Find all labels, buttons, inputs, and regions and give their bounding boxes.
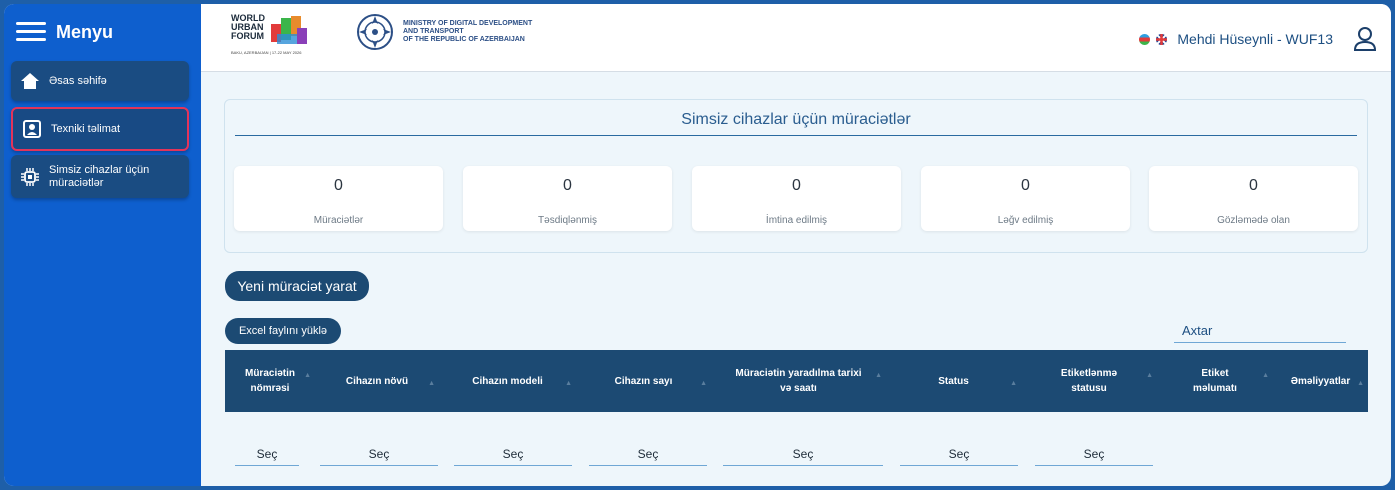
top-header: WORLD URBAN FORUM BAKU, AZERBAIJAN | 17-… <box>201 4 1391 72</box>
sort-icon: ▲ <box>875 372 882 379</box>
table-header: Müraciətin nömrəsi ▲ Cihazın növü ▲ Cihazın… <box>225 350 1368 412</box>
stat-card-pending: 0 Gözləmədə olan <box>1149 166 1358 231</box>
filter-select-device-count[interactable]: Seç <box>589 442 707 466</box>
app-frame: Menyu Əsas səhifə Texniki təlimat Simsiz… <box>4 4 1391 486</box>
sidebar-item-wireless-requests[interactable]: Simsiz cihazlar üçün müraciətlər <box>11 155 189 198</box>
wuf-logo: WORLD URBAN FORUM BAKU, AZERBAIJAN | 17-… <box>231 14 321 64</box>
sidebar-item-technical-manual[interactable]: Texniki təlimat <box>11 107 189 151</box>
ministry-logo: MINISTRY OF DIGITAL DEVELOPMENT AND TRAN… <box>355 12 532 52</box>
sort-icon: ▲ <box>1010 379 1017 387</box>
new-request-button[interactable]: Yeni müraciət yarat <box>225 271 369 301</box>
menu-header[interactable]: Menyu <box>4 4 201 60</box>
user-profile-icon[interactable] <box>1353 26 1377 52</box>
page-title: Simsiz cihazlar üçün müraciətlər <box>235 111 1357 136</box>
stat-card-approved: 0 Təsdiqlənmiş <box>463 166 672 231</box>
filter-select-labeling-status[interactable]: Seç <box>1035 442 1153 466</box>
sort-icon: ▲ <box>700 379 707 387</box>
wuf-emblem-icon <box>271 16 307 44</box>
sort-icon: ▲ <box>1262 372 1269 379</box>
column-header-status[interactable]: Status ▲ <box>886 374 1021 389</box>
chip-icon <box>19 166 41 188</box>
flag-az-icon[interactable] <box>1139 33 1151 45</box>
sort-icon: ▲ <box>304 372 311 379</box>
column-header-device-type[interactable]: Cihazın növü ▲ <box>315 374 439 389</box>
menu-title: Menyu <box>56 21 114 42</box>
user-manual-icon <box>21 118 43 140</box>
excel-upload-button[interactable]: Excel faylını yüklə <box>225 318 341 344</box>
flag-uk-icon[interactable] <box>1156 33 1168 45</box>
filter-select-status[interactable]: Seç <box>900 442 1018 466</box>
ministry-emblem-icon <box>357 14 393 50</box>
sort-icon: ▲ <box>1357 379 1364 387</box>
column-header-created-at[interactable]: Müraciətin yaradılma tarixi və saatı ▲ <box>711 366 886 396</box>
filter-select-created-at[interactable]: Seç <box>723 442 883 466</box>
sort-icon: ▲ <box>1146 372 1153 379</box>
stat-card-rejected: 0 İmtina edilmiş <box>692 166 901 231</box>
sidebar-item-label: Əsas səhifə <box>49 74 107 87</box>
filter-select-device-model[interactable]: Seç <box>454 442 572 466</box>
filter-select-device-type[interactable]: Seç <box>320 442 438 466</box>
sidebar-item-label: Simsiz cihazlar üçün müraciətlər <box>49 163 150 189</box>
home-icon <box>19 70 41 92</box>
filter-select-request-number[interactable]: Seç <box>235 442 299 466</box>
user-name: Mehdi Hüseynli - WUF13 <box>1177 31 1333 47</box>
column-header-actions[interactable]: Əməliyyatlar ▲ <box>1273 374 1368 389</box>
sidebar: Menyu Əsas səhifə Texniki təlimat Simsiz… <box>4 4 201 486</box>
sort-icon: ▲ <box>428 379 435 387</box>
column-header-request-number[interactable]: Müraciətin nömrəsi ▲ <box>225 366 315 396</box>
main-content: Simsiz cihazlar üçün müraciətlər 0 Mürac… <box>201 72 1391 486</box>
stat-card-requests: 0 Müraciətlər <box>234 166 443 231</box>
column-header-label-info[interactable]: Etiket məlumatı ▲ <box>1157 366 1273 396</box>
stats-panel: Simsiz cihazlar üçün müraciətlər 0 Mürac… <box>224 99 1368 253</box>
column-header-device-count[interactable]: Cihazın sayı ▲ <box>576 374 711 389</box>
sort-icon: ▲ <box>565 379 572 387</box>
sidebar-item-label: Texniki təlimat <box>51 122 121 135</box>
sidebar-item-home[interactable]: Əsas səhifə <box>11 61 189 101</box>
filter-row: Seç Seç Seç Seç Seç Seç Seç <box>225 432 1368 472</box>
user-area: Mehdi Hüseynli - WUF13 <box>1139 26 1377 52</box>
hamburger-icon[interactable] <box>16 22 46 42</box>
column-header-device-model[interactable]: Cihazın modeli ▲ <box>439 374 576 389</box>
column-header-labeling-status[interactable]: Etiketlənmə statusu ▲ <box>1021 366 1157 396</box>
search-input[interactable] <box>1174 318 1346 343</box>
stat-card-cancelled: 0 Ləğv edilmiş <box>921 166 1130 231</box>
